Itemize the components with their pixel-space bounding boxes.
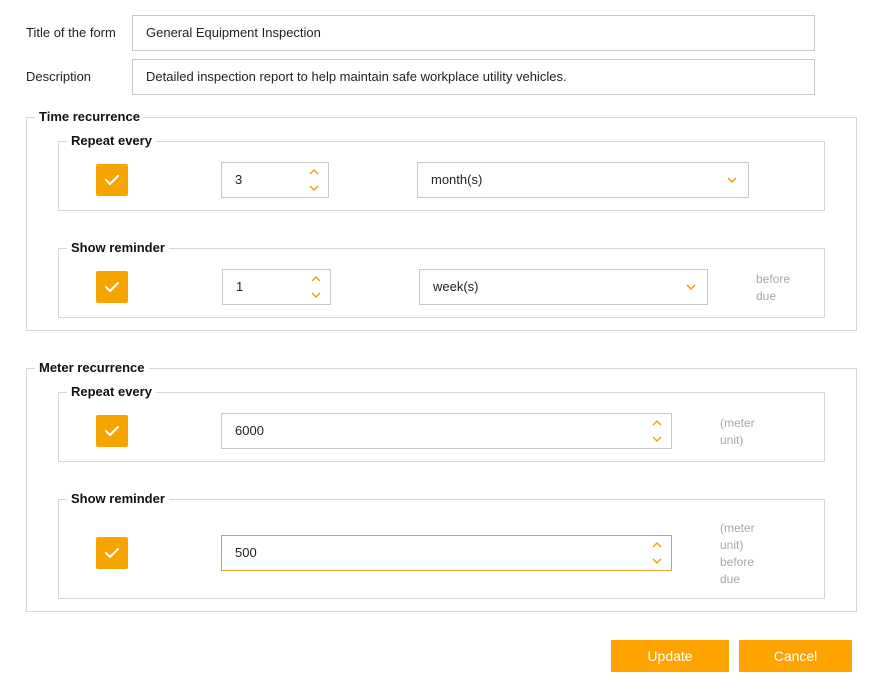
- hint-line: due: [756, 289, 777, 303]
- chevron-up-icon[interactable]: [651, 419, 663, 427]
- meter-reminder-stepper[interactable]: 500: [221, 535, 672, 571]
- description-label: Description: [26, 69, 92, 84]
- title-input[interactable]: General Equipment Inspection: [132, 15, 815, 51]
- time-reminder-hint: before due: [756, 271, 790, 305]
- time-repeat-legend: Repeat every: [67, 132, 156, 150]
- time-reminder-value: 1: [236, 279, 244, 294]
- checkmark-icon: [104, 425, 120, 437]
- time-reminder-stepper[interactable]: 1: [222, 269, 331, 305]
- hint-line: (meter: [720, 416, 755, 430]
- meter-recurrence-legend: Meter recurrence: [35, 359, 149, 377]
- meter-reminder-value: 500: [235, 545, 257, 560]
- hint-line: before: [720, 555, 755, 569]
- time-repeat-unit-value: month(s): [431, 172, 483, 187]
- meter-repeat-stepper[interactable]: 6000: [221, 413, 672, 449]
- hint-line: unit): [720, 538, 744, 552]
- title-label: Title of the form: [26, 25, 116, 40]
- meter-repeat-legend: Repeat every: [67, 383, 156, 401]
- time-reminder-checkbox[interactable]: [96, 271, 128, 303]
- time-repeat-value: 3: [235, 172, 243, 187]
- hint-line: (meter: [720, 521, 755, 535]
- checkmark-icon: [104, 174, 120, 186]
- meter-repeat-checkbox[interactable]: [96, 415, 128, 447]
- hint-line: due: [720, 572, 741, 586]
- meter-reminder-checkbox[interactable]: [96, 537, 128, 569]
- checkmark-icon: [104, 281, 120, 293]
- chevron-up-icon[interactable]: [308, 168, 320, 176]
- hint-line: unit): [720, 433, 744, 447]
- update-button[interactable]: Update: [611, 640, 729, 672]
- time-recurrence-legend: Time recurrence: [35, 108, 144, 126]
- time-reminder-unit-value: week(s): [433, 279, 479, 294]
- time-repeat-checkbox[interactable]: [96, 164, 128, 196]
- meter-repeat-value: 6000: [235, 423, 264, 438]
- meter-reminder-legend: Show reminder: [67, 490, 169, 508]
- cancel-button[interactable]: Cancel: [739, 640, 852, 672]
- hint-line: before: [756, 272, 791, 286]
- chevron-down-icon[interactable]: [308, 184, 320, 192]
- time-repeat-stepper[interactable]: 3: [221, 162, 329, 198]
- time-reminder-unit-select[interactable]: week(s): [419, 269, 708, 305]
- chevron-down-icon: [727, 177, 737, 184]
- chevron-up-icon[interactable]: [651, 541, 663, 549]
- chevron-down-icon[interactable]: [651, 557, 663, 565]
- chevron-down-icon[interactable]: [310, 291, 322, 299]
- meter-repeat-hint: (meter unit): [720, 415, 755, 449]
- chevron-up-icon[interactable]: [310, 275, 322, 283]
- description-input[interactable]: Detailed inspection report to help maint…: [132, 59, 815, 95]
- checkmark-icon: [104, 547, 120, 559]
- meter-reminder-hint: (meter unit) before due: [720, 520, 755, 588]
- chevron-down-icon: [686, 284, 696, 291]
- time-repeat-unit-select[interactable]: month(s): [417, 162, 749, 198]
- chevron-down-icon[interactable]: [651, 435, 663, 443]
- time-reminder-legend: Show reminder: [67, 239, 169, 257]
